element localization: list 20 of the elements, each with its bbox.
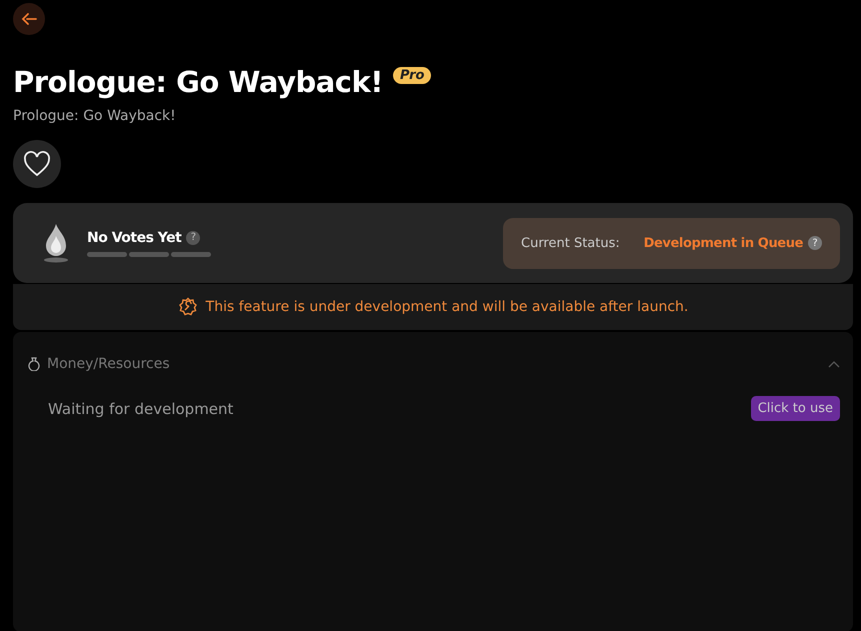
page-title: Prologue: Go Wayback! [13, 64, 383, 101]
status-label: Current Status: [521, 236, 620, 250]
status-value: Development in Queue [644, 236, 803, 250]
notice-text: This feature is under development and will be available after launch. [206, 299, 688, 315]
back-button[interactable] [13, 3, 45, 35]
heart-icon [23, 151, 51, 177]
caret-icon [828, 360, 840, 368]
help-icon[interactable]: ? [808, 236, 822, 250]
page-subtitle: Prologue: Go Wayback! [13, 108, 177, 124]
gear-wrench-icon [178, 297, 198, 317]
flame-icon [41, 222, 71, 264]
pro-badge: Pro [393, 67, 432, 84]
back-arrow-icon [21, 12, 37, 26]
votes-label: No Votes Yet [87, 230, 182, 246]
use-button[interactable]: Click to use [750, 396, 840, 421]
favorite-button[interactable] [13, 140, 61, 188]
item-label: Waiting for development [48, 400, 234, 418]
help-icon[interactable]: ? [186, 230, 200, 244]
section-header[interactable]: Money/Resources [28, 332, 840, 374]
section-title: Money/Resources [47, 356, 170, 372]
